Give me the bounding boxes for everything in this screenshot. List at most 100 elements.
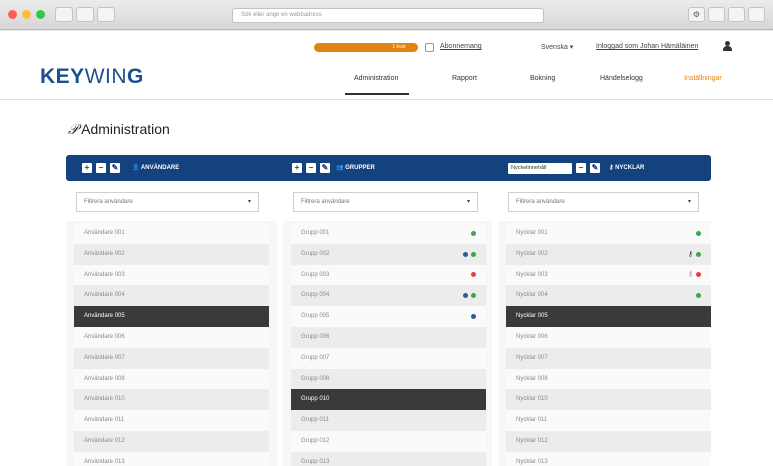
sidebar-toggle-button[interactable] bbox=[97, 7, 115, 22]
nav-rapport[interactable]: Rapport bbox=[452, 75, 477, 82]
main-nav: Administration Rapport Bokning Händelsel… bbox=[0, 73, 773, 95]
page-title: 𝒫 Administration bbox=[68, 121, 170, 137]
active-tab-indicator bbox=[345, 93, 409, 95]
browser-nav bbox=[55, 7, 115, 22]
language-dropdown[interactable]: Svenska ▾ bbox=[541, 43, 573, 51]
edit-user-button[interactable]: ✎ bbox=[110, 163, 120, 173]
abonnemang-link[interactable]: Abonnemang bbox=[440, 43, 482, 50]
user-row[interactable]: Användare 007 bbox=[74, 347, 269, 369]
user-row[interactable]: Användare 006 bbox=[74, 326, 269, 348]
group-row[interactable]: Grupp 003 bbox=[291, 264, 486, 286]
status-green-icon bbox=[471, 230, 476, 236]
group-row[interactable]: Grupp 007 bbox=[291, 347, 486, 369]
keys-header: ⚷ NYCKLAR bbox=[609, 165, 645, 171]
groups-filter-select[interactable]: Filtrera användare ▾ bbox=[293, 192, 478, 212]
user-row[interactable]: Användare 008 bbox=[74, 368, 269, 390]
key-row[interactable]: Nycklar 004 bbox=[506, 285, 711, 307]
checkbox[interactable] bbox=[425, 43, 434, 52]
status-green-icon bbox=[696, 293, 701, 299]
group-row[interactable]: Grupp 001 bbox=[291, 223, 486, 244]
group-row[interactable]: Grupp 012 bbox=[291, 430, 486, 452]
status-blue-icon bbox=[463, 251, 468, 257]
key-row[interactable]: Nycklar 003 ⚷ bbox=[506, 264, 711, 286]
groups-column: Filtrera användare ▾ Grupp 001 Grupp 002 … bbox=[283, 181, 492, 466]
users-filter-select[interactable]: Filtrera användare ▾ bbox=[76, 192, 259, 212]
progress-indicator[interactable]: 1 kvar bbox=[314, 43, 418, 52]
settings-icon[interactable]: ⚙ bbox=[688, 7, 705, 22]
tabs-button[interactable] bbox=[728, 7, 745, 22]
nav-handelselogg[interactable]: Händelselogg bbox=[600, 75, 643, 82]
group-row[interactable]: Grupp 002 bbox=[291, 243, 486, 265]
group-row-selected[interactable]: Grupp 010 bbox=[291, 389, 486, 411]
zoom-window-button[interactable] bbox=[36, 10, 45, 19]
nav-bokning[interactable]: Bokning bbox=[530, 75, 555, 82]
edit-group-button[interactable]: ✎ bbox=[320, 163, 330, 173]
status-green-icon bbox=[696, 230, 701, 236]
browser-actions: ⚙ bbox=[688, 7, 765, 22]
status-green-icon bbox=[471, 251, 476, 257]
caret-down-icon: ▾ bbox=[687, 199, 691, 205]
user-row[interactable]: Användare 003 bbox=[74, 264, 269, 286]
remove-group-button[interactable]: − bbox=[306, 163, 316, 173]
remove-user-button[interactable]: − bbox=[96, 163, 106, 173]
keys-column: Filtrera användare ▾ Nycklar 001 Nycklar … bbox=[498, 181, 711, 466]
users-list: Användare 001 Användare 002 Användare 00… bbox=[74, 223, 269, 466]
key-row[interactable]: Nycklar 002 ⚷ bbox=[506, 243, 711, 265]
group-row[interactable]: Grupp 006 bbox=[291, 326, 486, 348]
web-page: 1 kvar Abonnemang Svenska ▾ Inloggad som… bbox=[0, 31, 773, 466]
user-row[interactable]: Användare 010 bbox=[74, 389, 269, 411]
add-user-button[interactable]: + bbox=[82, 163, 92, 173]
groups-column-head: Filtrera användare ▾ bbox=[283, 181, 492, 221]
key-icon: ⚷ bbox=[687, 250, 693, 258]
key-row[interactable]: Nycklar 010 bbox=[506, 389, 711, 411]
status-green-icon bbox=[471, 293, 476, 299]
paperclip-icon: 𝒫 bbox=[68, 121, 79, 137]
status-green-icon bbox=[696, 251, 701, 257]
logged-in-user-link[interactable]: Inloggad som Johan Hämäläinen bbox=[596, 43, 698, 50]
nav-administration[interactable]: Administration bbox=[354, 75, 398, 82]
status-blue-icon bbox=[463, 293, 468, 299]
person-icon: 👤 bbox=[132, 165, 141, 171]
group-row[interactable]: Grupp 011 bbox=[291, 410, 486, 431]
utility-bar: 1 kvar Abonnemang Svenska ▾ Inloggad som… bbox=[0, 41, 773, 55]
user-row[interactable]: Användare 001 bbox=[74, 223, 269, 244]
key-row[interactable]: Nycklar 011 bbox=[506, 410, 711, 431]
user-row[interactable]: Användare 013 bbox=[74, 451, 269, 466]
key-row[interactable]: Nycklar 013 bbox=[506, 451, 711, 466]
key-row[interactable]: Nycklar 006 bbox=[506, 326, 711, 348]
group-row[interactable]: Grupp 008 bbox=[291, 368, 486, 390]
user-icon[interactable] bbox=[722, 41, 732, 52]
keys-column-head: Filtrera användare ▾ bbox=[498, 181, 711, 221]
user-row[interactable]: Användare 004 bbox=[74, 285, 269, 307]
close-window-button[interactable] bbox=[8, 10, 17, 19]
key-content-select[interactable]: Nyckelinnehåll bbox=[508, 163, 572, 174]
key-row[interactable]: Nycklar 008 bbox=[506, 368, 711, 390]
key-row[interactable]: Nycklar 001 bbox=[506, 223, 711, 244]
edit-key-button[interactable]: ✎ bbox=[590, 163, 600, 173]
nav-installningar[interactable]: Inställningar bbox=[684, 75, 722, 82]
share-button[interactable] bbox=[708, 7, 725, 22]
key-icon: ⚷ bbox=[687, 271, 693, 279]
add-group-button[interactable]: + bbox=[292, 163, 302, 173]
forward-button[interactable] bbox=[76, 7, 94, 22]
groups-list: Grupp 001 Grupp 002 Grupp 003 Grupp 004 … bbox=[291, 223, 486, 466]
back-button[interactable] bbox=[55, 7, 73, 22]
group-row[interactable]: Grupp 005 bbox=[291, 306, 486, 327]
user-row[interactable]: Användare 012 bbox=[74, 430, 269, 452]
user-row[interactable]: Användare 002 bbox=[74, 243, 269, 265]
keys-filter-select[interactable]: Filtrera användare ▾ bbox=[508, 192, 699, 212]
user-row[interactable]: Användare 011 bbox=[74, 410, 269, 431]
user-row-selected[interactable]: Användare 005 bbox=[74, 306, 269, 327]
group-row[interactable]: Grupp 004 bbox=[291, 285, 486, 307]
key-row-selected[interactable]: Nycklar 005 bbox=[506, 306, 711, 327]
window-controls bbox=[8, 10, 45, 19]
remove-key-button[interactable]: − bbox=[576, 163, 586, 173]
users-column-head: Filtrera användare ▾ bbox=[66, 181, 277, 221]
key-row[interactable]: Nycklar 012 bbox=[506, 430, 711, 452]
key-row[interactable]: Nycklar 007 bbox=[506, 347, 711, 369]
group-row[interactable]: Grupp 013 bbox=[291, 451, 486, 466]
address-bar[interactable]: Sök eller ange en webbadress bbox=[232, 8, 544, 23]
admin-toolbar: + − ✎ 👤 ANVÄNDARE + − ✎ 👥 GRUPPER Nyckel… bbox=[66, 155, 711, 181]
minimize-window-button[interactable] bbox=[22, 10, 31, 19]
add-tab-button[interactable] bbox=[748, 7, 765, 22]
